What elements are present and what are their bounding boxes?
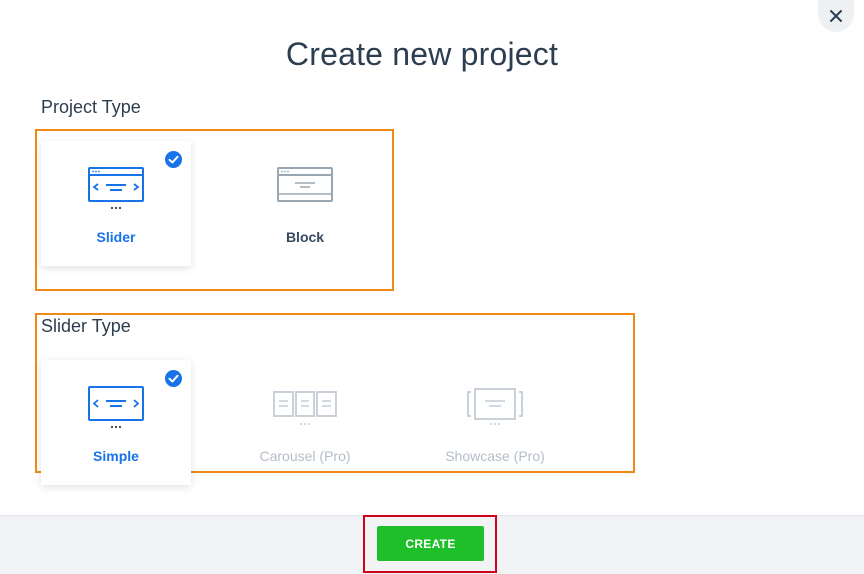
slider-type-showcase-card: Showcase (Pro) bbox=[420, 360, 570, 485]
showcase-label: Showcase (Pro) bbox=[445, 448, 545, 464]
block-icon bbox=[277, 167, 333, 202]
project-type-block-card[interactable]: Block bbox=[230, 141, 380, 266]
slider-type-carousel-card: Carousel (Pro) bbox=[230, 360, 380, 485]
slider-type-simple-card[interactable]: Simple bbox=[41, 360, 191, 485]
close-icon bbox=[830, 10, 842, 22]
check-icon bbox=[165, 151, 182, 168]
block-label: Block bbox=[285, 229, 325, 245]
slider-type-label: Slider Type bbox=[41, 316, 131, 336]
carousel-label: Carousel (Pro) bbox=[259, 448, 351, 464]
showcase-icon bbox=[467, 388, 523, 425]
dialog-title: Create new project bbox=[285, 36, 559, 72]
slider-icon bbox=[88, 167, 144, 210]
check-icon bbox=[165, 370, 182, 387]
create-button[interactable]: CREATE bbox=[377, 526, 484, 561]
slider-label: Slider bbox=[96, 229, 136, 245]
carousel-icon bbox=[273, 391, 337, 425]
project-type-slider-card[interactable]: Slider bbox=[41, 141, 191, 266]
project-type-label: Project Type bbox=[41, 97, 141, 117]
simple-slider-icon bbox=[88, 386, 144, 429]
simple-label: Simple bbox=[93, 448, 139, 464]
close-button[interactable] bbox=[818, 0, 854, 32]
